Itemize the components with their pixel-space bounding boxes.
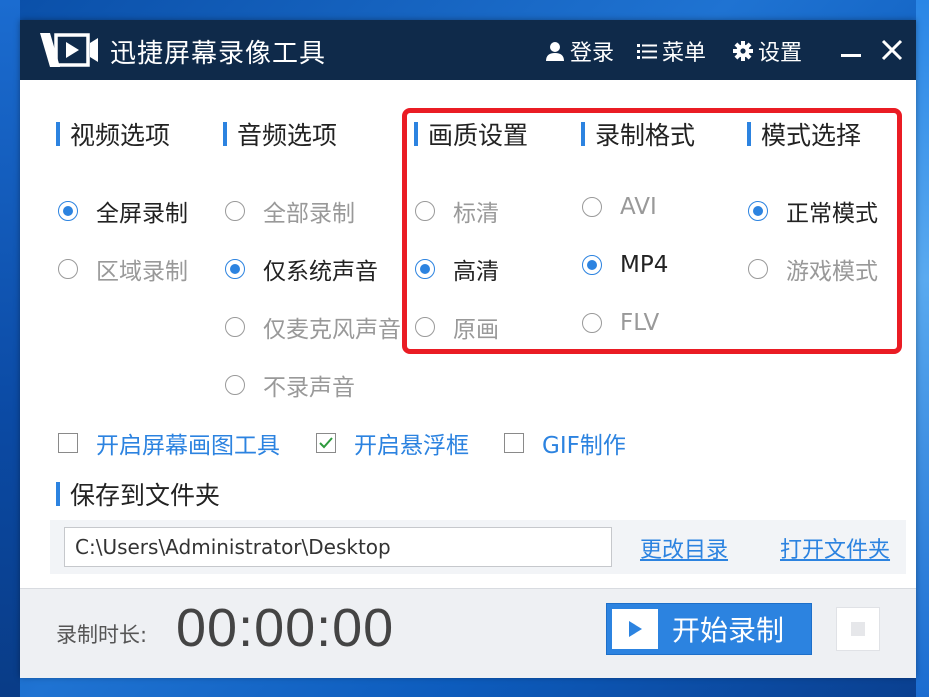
video-options-title: 视频选项 — [56, 116, 170, 152]
save-path-row: 更改目录 打开文件夹 — [50, 520, 906, 574]
start-record-button[interactable]: 开始录制 — [606, 603, 812, 655]
close-icon[interactable] — [880, 38, 904, 62]
gear-icon — [733, 41, 753, 61]
radio-audio-system[interactable]: 仅系统声音 — [225, 252, 378, 286]
settings-button[interactable]: 设置 — [732, 35, 802, 67]
stop-button[interactable] — [836, 607, 880, 651]
stop-icon — [851, 622, 865, 636]
menu-button[interactable]: 菜单 — [636, 35, 706, 67]
radio-dot — [225, 201, 245, 221]
checkbox-box — [504, 433, 524, 453]
radio-region-record[interactable]: 区域录制 — [58, 252, 188, 286]
red-highlight-box — [402, 108, 902, 354]
settings-label: 设置 — [758, 41, 803, 66]
radio-dot — [58, 201, 78, 221]
checkbox-box — [316, 433, 336, 453]
save-path-input[interactable] — [64, 527, 612, 567]
check-mark-icon — [319, 437, 333, 449]
play-icon — [612, 609, 658, 649]
desktop-background-right — [916, 0, 929, 697]
checkbox-gif[interactable]: GIF制作 — [504, 426, 626, 460]
radio-dot — [225, 259, 245, 279]
user-icon — [546, 42, 564, 61]
checkbox-draw-tool[interactable]: 开启屏幕画图工具 — [58, 426, 280, 460]
radio-dot — [225, 317, 245, 337]
start-record-label: 开始录制 — [672, 614, 785, 647]
checkbox-box — [58, 433, 78, 453]
app-logo-icon — [40, 33, 98, 67]
duration-label: 录制时长: — [56, 623, 148, 647]
login-button[interactable]: 登录 — [544, 35, 614, 67]
title-bar[interactable]: 迅捷屏幕录像工具 登录 菜单 设置 — [20, 20, 916, 80]
login-label: 登录 — [570, 41, 615, 66]
radio-audio-none[interactable]: 不录声音 — [225, 368, 355, 402]
radio-fullscreen-record[interactable]: 全屏录制 — [58, 194, 188, 228]
app-window: 迅捷屏幕录像工具 登录 菜单 设置 视频选项 全屏录制 区域录制 音频选项 全部… — [20, 20, 916, 678]
save-folder-title: 保存到文件夹 — [56, 476, 220, 512]
app-title: 迅捷屏幕录像工具 — [110, 39, 327, 69]
change-directory-link[interactable]: 更改目录 — [640, 532, 728, 564]
radio-audio-mic[interactable]: 仅麦克风声音 — [225, 310, 401, 344]
radio-audio-all[interactable]: 全部录制 — [225, 194, 355, 228]
checkbox-floating-window[interactable]: 开启悬浮框 — [316, 426, 469, 460]
desktop-background — [0, 0, 20, 697]
footer-bar: 录制时长: 00:00:00 开始录制 — [20, 588, 916, 678]
menu-label: 菜单 — [662, 41, 707, 66]
radio-dot — [225, 375, 245, 395]
audio-options-title: 音频选项 — [223, 116, 337, 152]
options-panel: 视频选项 全屏录制 区域录制 音频选项 全部录制 仅系统声音 仅麦克风声音 不录… — [20, 80, 916, 590]
open-folder-link[interactable]: 打开文件夹 — [780, 532, 890, 564]
minimize-icon[interactable] — [840, 40, 862, 62]
menu-icon — [637, 44, 657, 59]
radio-dot — [58, 259, 78, 279]
duration-value: 00:00:00 — [176, 598, 395, 658]
